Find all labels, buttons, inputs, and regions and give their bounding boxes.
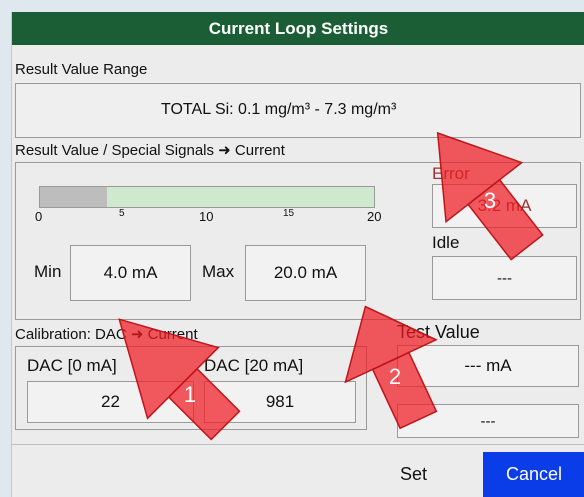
error-label: Error [432,164,470,183]
idle-value-field[interactable]: --- [432,256,577,300]
calibration-label: Calibration: DAC ➜ Current [15,326,198,343]
section-divider [12,444,584,445]
scale-tick-label: 15 [283,208,295,219]
dac20-label: DAC [20 mA] [204,356,304,375]
dac20-value-field[interactable]: 981 [204,381,356,423]
dac0-label: DAC [0 mA] [27,356,117,375]
result-range-label: Result Value Range [15,61,148,78]
min-label: Min [34,262,62,281]
mapping-label: Result Value / Special Signals ➜ Current [15,142,285,159]
result-range-value: TOTAL Si: 0.1 mg/m³ - 7.3 mg/m³ [161,101,397,118]
max-label: Max [202,262,235,281]
cancel-button[interactable]: Cancel [483,452,584,497]
set-button[interactable]: Set [363,452,464,497]
settings-dialog: Current Loop Settings Result Value Range… [11,12,584,497]
min-value-field[interactable]: 4.0 mA [70,245,191,301]
dialog-title: Current Loop Settings [12,12,584,45]
error-value-field[interactable]: 3.2 mA [432,184,577,228]
range-scale-bar [39,186,375,208]
test-value-field[interactable]: --- mA [397,345,579,387]
test-secondary-field[interactable]: --- [397,404,579,438]
scale-tick-label: 5 [119,208,125,219]
dac0-value-field[interactable]: 22 [27,381,194,423]
test-value-label: Test Value [397,322,480,342]
scale-tick-label: 0 [35,209,43,224]
range-scale-fill [106,187,374,207]
max-value-field[interactable]: 20.0 mA [245,245,366,301]
scale-tick-label: 20 [367,209,382,224]
scale-tick-label: 10 [199,209,214,224]
idle-label: Idle [432,233,460,252]
